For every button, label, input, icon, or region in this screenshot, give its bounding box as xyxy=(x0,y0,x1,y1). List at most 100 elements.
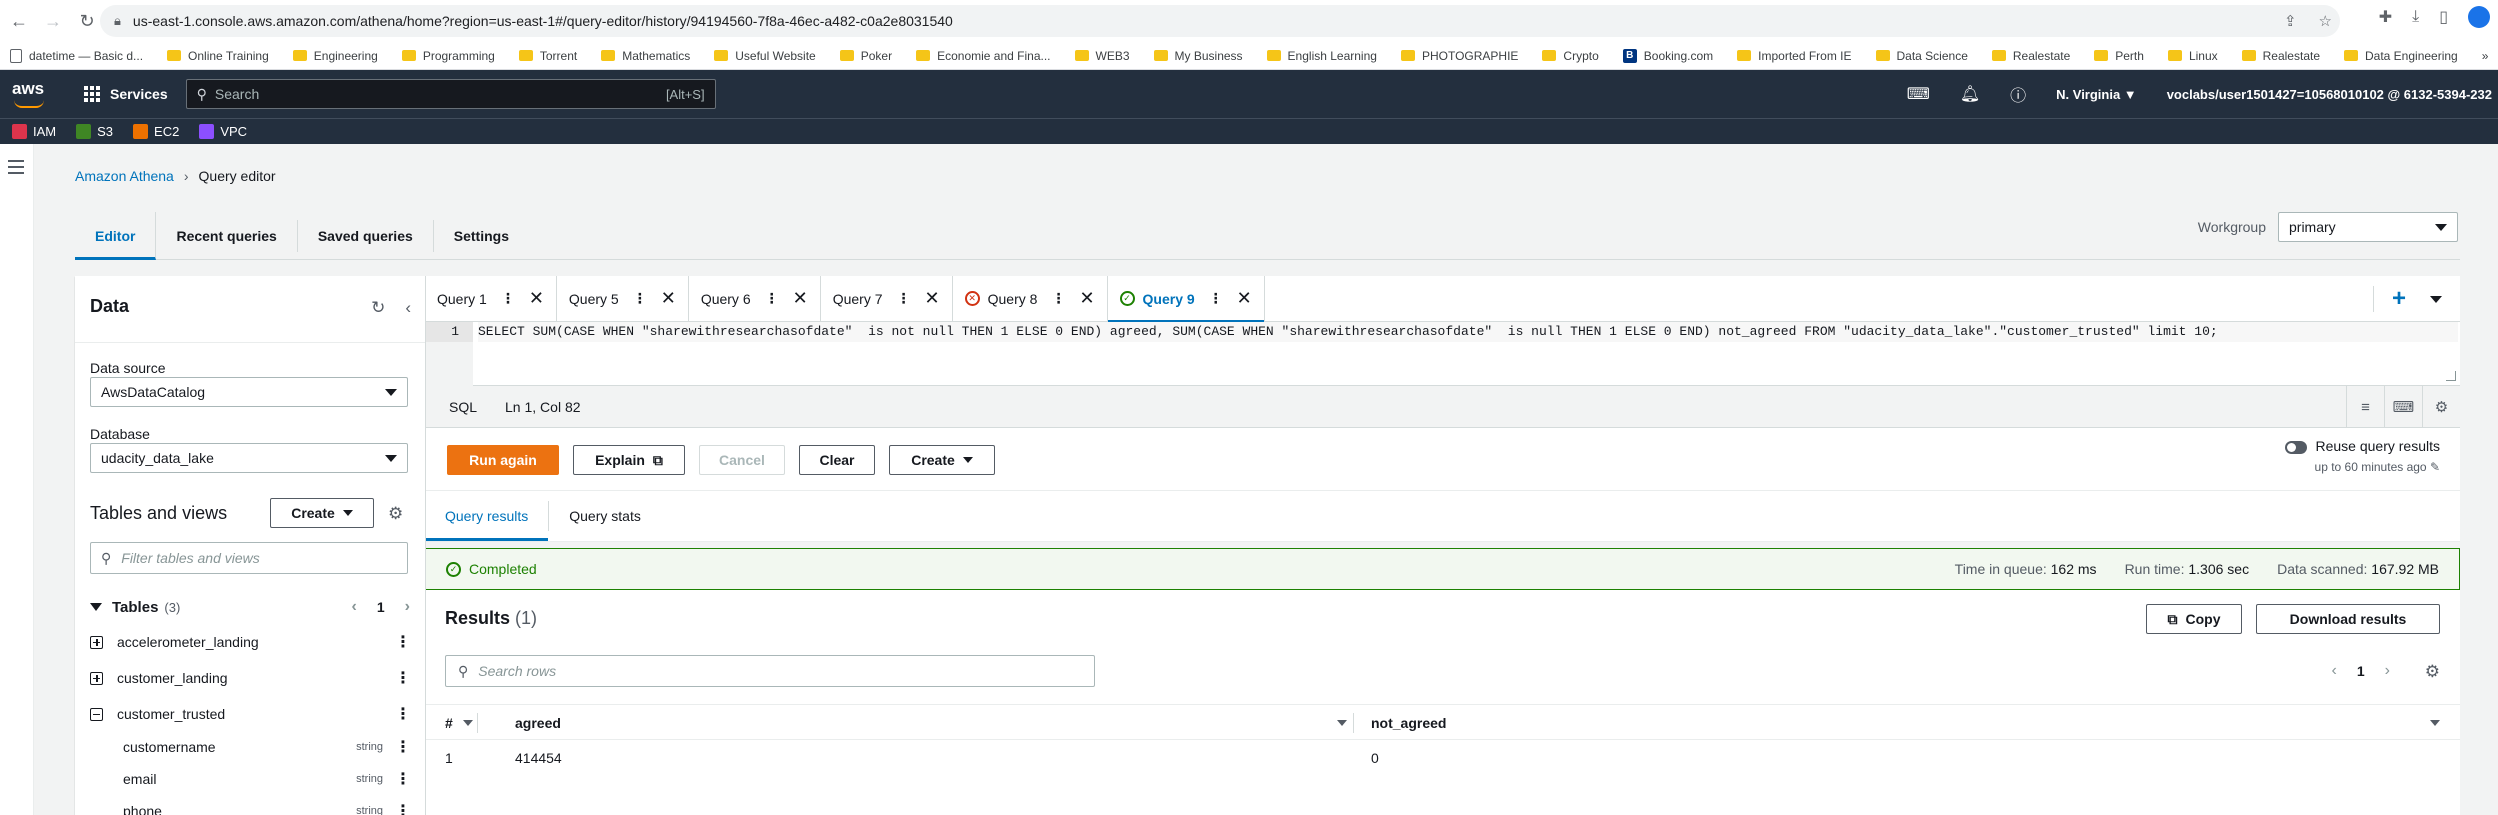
tab-recent-queries[interactable]: Recent queries xyxy=(156,220,298,252)
bookmark-item[interactable]: Realestate xyxy=(1991,49,2070,63)
expand-plus-icon[interactable] xyxy=(90,671,103,685)
collapse-panel-icon[interactable]: ‹ xyxy=(405,298,411,318)
favorite-service-s3[interactable]: S3 xyxy=(76,124,113,139)
bookmark-item[interactable]: WEB3 xyxy=(1074,49,1130,63)
close-icon[interactable]: ✕ xyxy=(793,288,808,309)
tabs-dropdown-icon[interactable] xyxy=(2430,295,2442,303)
bookmark-item[interactable]: Linux xyxy=(2167,49,2218,63)
kebab-menu-icon[interactable]: ⋮ xyxy=(395,632,411,652)
column-item[interactable]: email string ⋮ xyxy=(75,763,425,795)
column-item[interactable]: customername string ⋮ xyxy=(75,731,425,763)
download-results-button[interactable]: Download results xyxy=(2256,604,2440,634)
bookmark-item[interactable]: Data Engineering xyxy=(2344,49,2458,63)
bookmark-item[interactable]: My Business xyxy=(1153,49,1243,63)
collapse-minus-icon[interactable] xyxy=(90,707,103,721)
sql-query-text[interactable]: SELECT SUM(CASE WHEN "sharewithresearcha… xyxy=(478,322,2458,342)
notifications-bell-icon[interactable]: 🔔︎ xyxy=(1960,84,1980,104)
table-item[interactable]: customer_trusted ⋮ xyxy=(75,698,425,730)
sort-caret-icon[interactable] xyxy=(2420,705,2440,741)
sql-code-editor[interactable]: 1 SELECT SUM(CASE WHEN "sharewithresearc… xyxy=(425,322,2460,386)
bookmark-item[interactable]: PHOTOGRAPHIE xyxy=(1400,49,1518,63)
tables-section-header[interactable]: Tables (3) ‹ 1 › xyxy=(75,588,425,626)
editor-settings-gear-icon[interactable]: ⚙ xyxy=(2422,386,2460,428)
tab-editor[interactable]: Editor xyxy=(75,212,157,260)
create-table-button[interactable]: Create xyxy=(270,498,374,528)
cloudshell-icon[interactable]: ⌨ xyxy=(1907,84,1930,104)
workgroup-select[interactable]: primary xyxy=(2278,212,2458,242)
kebab-menu-icon[interactable]: ⋮ xyxy=(897,290,911,307)
bookmark-item[interactable]: Poker xyxy=(839,49,892,63)
back-arrow-icon[interactable]: ← xyxy=(4,6,34,36)
tab-settings[interactable]: Settings xyxy=(434,220,529,252)
create-button[interactable]: Create xyxy=(889,445,995,475)
close-icon[interactable]: ✕ xyxy=(1237,288,1252,309)
aws-logo[interactable]: aws xyxy=(12,79,52,109)
favorite-service-vpc[interactable]: VPC xyxy=(199,124,247,139)
query-tab[interactable]: Query 7 ⋮ ✕ xyxy=(821,275,953,322)
bookmark-item[interactable]: Economie and Fina... xyxy=(916,49,1051,63)
close-icon[interactable]: ✕ xyxy=(529,288,544,309)
close-icon[interactable]: ✕ xyxy=(661,288,676,309)
kebab-menu-icon[interactable]: ⋮ xyxy=(1209,290,1223,307)
copy-button[interactable]: ⧉ Copy xyxy=(2146,604,2242,634)
aws-search-input[interactable]: ⚲ Search [Alt+S] xyxy=(185,79,716,109)
chevron-right-icon[interactable]: › xyxy=(2385,662,2390,680)
bookmark-item[interactable]: Useful Website xyxy=(714,49,816,63)
search-rows-input[interactable]: ⚲ Search rows xyxy=(445,655,1095,687)
kebab-menu-icon[interactable]: ⋮ xyxy=(395,737,411,757)
column-divider[interactable] xyxy=(477,713,478,733)
refresh-icon[interactable]: ↻ xyxy=(371,298,385,318)
tab-saved-queries[interactable]: Saved queries xyxy=(298,220,434,252)
column-header-agreed[interactable]: agreed xyxy=(515,705,561,741)
new-query-plus-icon[interactable]: + xyxy=(2392,285,2406,313)
sort-caret-icon[interactable] xyxy=(1327,705,1347,741)
hamburger-menu-icon[interactable] xyxy=(8,160,24,178)
region-selector[interactable]: N. Virginia ▼ xyxy=(2056,87,2137,102)
bookmark-item[interactable]: English Learning xyxy=(1266,49,1377,63)
bookmark-star-icon[interactable]: ☆ xyxy=(2319,12,2332,30)
query-tab[interactable]: Query 6 ⋮ ✕ xyxy=(689,275,821,322)
downloads-icon[interactable]: ⤓ xyxy=(2412,8,2419,26)
bookmark-item[interactable]: Perth xyxy=(2094,49,2144,63)
bookmark-item[interactable]: Imported From IE xyxy=(1737,49,1852,63)
query-tab[interactable]: ✕ Query 8 ⋮ ✕ xyxy=(953,275,1108,322)
kebab-menu-icon[interactable]: ⋮ xyxy=(1051,290,1065,307)
favorite-service-ec2[interactable]: EC2 xyxy=(133,124,179,139)
bookmark-item[interactable]: Realestate xyxy=(2241,49,2320,63)
favorite-service-iam[interactable]: IAM xyxy=(12,124,56,139)
bookmark-item[interactable]: B Booking.com xyxy=(1622,48,1713,63)
tab-query-stats[interactable]: Query stats xyxy=(548,501,661,531)
run-again-button[interactable]: Run again xyxy=(447,445,559,475)
kebab-menu-icon[interactable]: ⋮ xyxy=(395,704,411,724)
share-icon[interactable]: ⇪ xyxy=(2284,12,2297,30)
column-item[interactable]: phone string ⋮ xyxy=(75,795,425,815)
column-header-index[interactable]: # xyxy=(445,705,473,741)
explain-button[interactable]: Explain ⧉ xyxy=(573,445,685,475)
panel-splitter[interactable] xyxy=(425,276,426,815)
query-tab[interactable]: Query 1 ⋮ ✕ xyxy=(425,275,557,322)
expand-plus-icon[interactable] xyxy=(90,635,103,649)
column-divider[interactable] xyxy=(1353,713,1354,733)
bookmark-item[interactable]: Online Training xyxy=(167,49,269,63)
tab-query-results[interactable]: Query results xyxy=(425,491,549,541)
profile-avatar[interactable] xyxy=(2468,6,2490,28)
clear-button[interactable]: Clear xyxy=(799,445,875,475)
keyboard-shortcuts-icon[interactable]: ⌨ xyxy=(2384,386,2422,428)
filter-tables-input[interactable]: ⚲ Filter tables and views xyxy=(90,542,408,574)
close-icon[interactable]: ✕ xyxy=(1079,288,1094,309)
results-page-number[interactable]: 1 xyxy=(2357,663,2365,679)
format-query-icon[interactable]: ≡ xyxy=(2346,386,2384,428)
forward-arrow-icon[interactable]: → xyxy=(38,6,68,36)
extensions-icon[interactable]: ✚ xyxy=(2379,7,2392,27)
tables-page-number[interactable]: 1 xyxy=(377,599,385,615)
more-bookmarks-chevron-icon[interactable]: » xyxy=(2482,49,2489,63)
kebab-menu-icon[interactable]: ⋮ xyxy=(765,290,779,307)
database-select[interactable]: udacity_data_lake xyxy=(90,443,408,473)
edit-pencil-icon[interactable]: ✎ xyxy=(2430,460,2440,474)
table-preferences-gear-icon[interactable]: ⚙ xyxy=(2425,662,2440,682)
account-menu[interactable]: voclabs/user1501427=10568010102 @ 6132-5… xyxy=(2167,87,2492,102)
reload-icon[interactable]: ↻ xyxy=(72,6,102,36)
bookmark-item[interactable]: datetime — Basic d... xyxy=(10,48,143,63)
bookmark-item[interactable]: Torrent xyxy=(518,49,577,63)
query-tab[interactable]: Query 5 ⋮ ✕ xyxy=(557,275,689,322)
